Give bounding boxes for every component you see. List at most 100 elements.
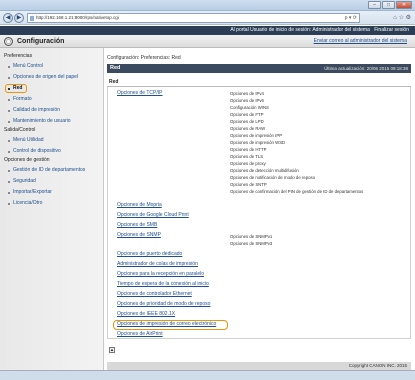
- bullet-icon: [8, 109, 10, 112]
- selected-highlight: Red: [5, 84, 28, 93]
- sidebar-heading-preferences: Preferencias: [4, 53, 33, 59]
- sidebar-item-user-maintenance[interactable]: Mantenimiento de usuario: [0, 117, 103, 126]
- startup-wait-time-link[interactable]: Tiempo de espera de la conexión al inici…: [117, 281, 209, 288]
- email-admin-link[interactable]: Enviar correo al administrador del siste…: [314, 38, 407, 44]
- browser-status-bar: [0, 370, 415, 380]
- logout-link[interactable]: Finalizar sesión: [374, 27, 409, 33]
- sidebar-item-menu-control[interactable]: Menú Control: [0, 62, 103, 71]
- window-controls: – □ ✕: [368, 1, 412, 9]
- bullet-icon: [8, 65, 10, 68]
- sidebar-item-label: Licencia/Otro: [13, 200, 43, 206]
- subitem-proxy: Opciones de proxy: [230, 161, 266, 166]
- sidebar-item-paper-source[interactable]: Opciones de origen del papel: [0, 73, 103, 82]
- sidebar-item-label: Menú Utilidad: [13, 137, 44, 143]
- address-field[interactable]: http://192.168.1.21:8000/rps/nativetop.c…: [27, 13, 360, 23]
- header-links: Al portal Usuario de inicio de sesión: A…: [227, 27, 409, 34]
- copyright: Copyright CANON INC. 2015: [348, 363, 407, 368]
- subitem-tls: Opciones de TLS: [230, 154, 264, 159]
- subitem-wsd: Opciones de impresión WSD: [230, 140, 286, 145]
- tcpip-settings-link[interactable]: Opciones de TCP/IP: [117, 90, 163, 97]
- sidebar-item-label: Opciones de origen del papel: [13, 74, 79, 80]
- back-button[interactable]: ◀: [3, 13, 13, 23]
- ieee-8021x-link[interactable]: Opciones de IEEE 802.1X: [117, 311, 175, 318]
- sidebar: Preferencias Menú Control Opciones de or…: [0, 48, 104, 370]
- sidebar-item-network[interactable]: Red: [0, 84, 103, 93]
- bullet-icon: [8, 120, 10, 123]
- subitem-lpd: Opciones de LPD: [230, 119, 264, 124]
- page-title: Red: [110, 65, 121, 71]
- mopria-settings-link[interactable]: Opciones de Mopria: [117, 202, 162, 209]
- sidebar-item-label: Control de dispositivo: [13, 148, 61, 154]
- sidebar-item-department-id[interactable]: Gestión de ID de departamentos: [0, 166, 103, 175]
- subitem-wins: Configuración WINS: [230, 105, 269, 110]
- last-updated: Última actualización: 20/06 2015 09:18:3…: [324, 66, 408, 71]
- sidebar-item-label: Menú Control: [13, 63, 44, 69]
- section-title: Red: [107, 78, 411, 87]
- portal-link[interactable]: Al portal: [230, 27, 248, 33]
- sidebar-item-import-export[interactable]: Importar/Exportar: [0, 188, 103, 197]
- page-heading: Configuración: [17, 38, 65, 45]
- bullet-icon: [8, 87, 10, 90]
- sidebar-item-label: Importar/Exportar: [13, 189, 52, 195]
- sidebar-item-device-control[interactable]: Control de dispositivo: [0, 147, 103, 156]
- subitem-ftp: Opciones de FTP: [230, 112, 264, 117]
- bullet-icon: [8, 169, 10, 172]
- main-content: Configuración: Preferencias: Red Red Últ…: [107, 48, 411, 370]
- settings-gear-icon: [4, 37, 13, 46]
- sidebar-heading-output-control: Salida/Control: [4, 127, 36, 133]
- sidebar-item-print-quality[interactable]: Calidad de impresión: [0, 106, 103, 115]
- sidebar-item-label: Calidad de impresión: [13, 107, 60, 113]
- sidebar-item-label: Gestión de ID de departamentos: [13, 167, 86, 173]
- breadcrumb: Configuración: Preferencias: Red: [107, 55, 181, 61]
- sidebar-item-label: Seguridad: [13, 178, 36, 184]
- minimize-button[interactable]: –: [368, 1, 381, 9]
- subitem-sleep-notification: Opciones de notificación de modo de repo…: [230, 175, 316, 180]
- close-button[interactable]: ✕: [396, 1, 412, 9]
- subitem-ipv6: Opciones de IPv6: [230, 98, 264, 103]
- subitem-snmpv3: Opciones de SNMPv3: [230, 241, 273, 246]
- page-icon: [30, 16, 34, 21]
- sidebar-item-security[interactable]: Seguridad: [0, 177, 103, 186]
- browser-tool-icons[interactable]: ⌂ ☆ ⚙: [393, 14, 411, 21]
- sidebar-item-label: Red: [13, 85, 23, 91]
- email-print-settings-link[interactable]: Opciones de impresión de correo electrón…: [117, 321, 216, 328]
- bullet-icon: [8, 139, 10, 142]
- airprint-settings-link[interactable]: Opciones de AirPrint: [117, 331, 163, 338]
- subitem-ipp: Opciones de impresión IPP: [230, 133, 283, 138]
- browser-toolbar: ◀ ▶ http://192.168.1.21:8000/rps/nativet…: [0, 11, 415, 25]
- sidebar-item-label: Formato: [13, 96, 32, 102]
- subitem-sntp: Opciones de SNTP: [230, 182, 267, 187]
- subitem-ipv4: Opciones de IPv4: [230, 91, 264, 96]
- dedicated-port-link[interactable]: Opciones de puerto dedicado: [117, 251, 182, 258]
- url-tools-icons[interactable]: ρ ▾ ⟳: [345, 14, 357, 22]
- smb-settings-link[interactable]: Opciones de SMB: [117, 222, 157, 229]
- snmp-settings-link[interactable]: Opciones de SNMP: [117, 232, 161, 239]
- sidebar-heading-management: Opciones de gestión: [4, 157, 50, 163]
- config-bar: Configuración Enviar correo al administr…: [0, 35, 415, 48]
- sleep-priority-link[interactable]: Opciones de prioridad de modo de reposo: [117, 301, 210, 308]
- maximize-button[interactable]: □: [382, 1, 395, 9]
- sidebar-item-utility-menu[interactable]: Menú Utilidad: [0, 136, 103, 145]
- forward-button[interactable]: ▶: [14, 13, 24, 23]
- ethernet-driver-link[interactable]: Opciones de controlador Ethernet: [117, 291, 192, 298]
- subitem-raw: Opciones de RAW: [230, 126, 266, 131]
- page-title-bar: Red Última actualización: 20/06 2015 09:…: [107, 64, 411, 73]
- window-titlebar: – □ ✕: [0, 0, 415, 11]
- sidebar-item-license[interactable]: Licencia/Otro: [0, 199, 103, 208]
- bullet-icon: [8, 76, 10, 79]
- parallel-receive-link[interactable]: Opciones para la recepción en paralelo: [117, 271, 204, 278]
- bullet-icon: [8, 150, 10, 153]
- sidebar-item-label: Mantenimiento de usuario: [13, 118, 71, 124]
- copyright-bar: Copyright CANON INC. 2015: [107, 362, 411, 370]
- settings-list: Opciones de TCP/IP Opciones de IPv4 Opci…: [107, 87, 411, 339]
- bullet-icon: [8, 191, 10, 194]
- bullet-icon: [8, 202, 10, 205]
- print-spooler-link[interactable]: Administrador de colas de impresión: [117, 261, 198, 268]
- back-to-top-icon[interactable]: ▲: [109, 347, 115, 353]
- google-cloud-print-link[interactable]: Opciones de Google Cloud Print: [117, 212, 189, 219]
- url-text: http://192.168.1.21:8000/rps/nativetop.c…: [36, 15, 119, 20]
- subitem-http: Opciones de HTTP: [230, 147, 267, 152]
- subitem-multicast: Opciones de detección multidifusión: [230, 168, 299, 173]
- subitem-pin-confirmation: Opciones de confirmación del PIN de gest…: [230, 189, 364, 194]
- sidebar-item-format[interactable]: Formato: [0, 95, 103, 104]
